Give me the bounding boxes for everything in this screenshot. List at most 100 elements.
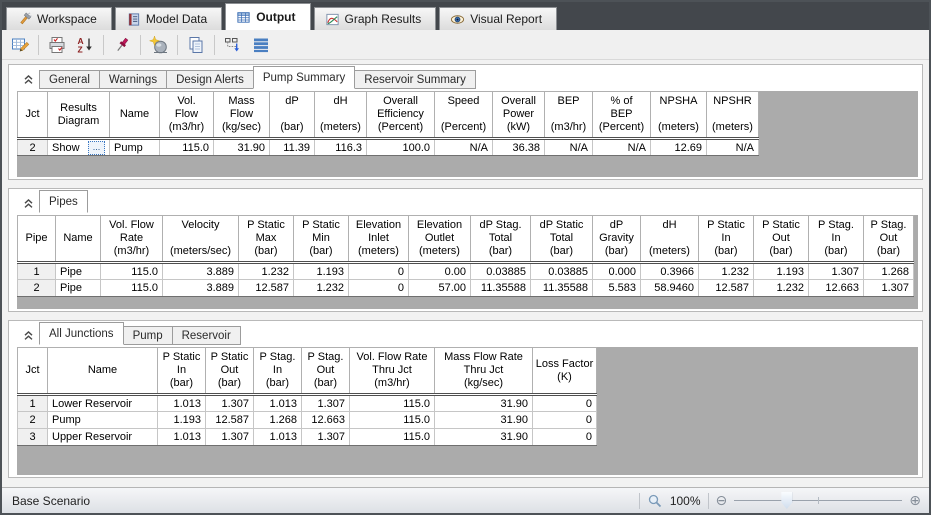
tab-workspace[interactable]: Workspace <box>6 7 112 30</box>
tab-visual-report[interactable]: Visual Report <box>439 7 558 30</box>
tab-warnings[interactable]: Warnings <box>98 70 168 89</box>
value-cell: 11.35588 <box>530 279 593 297</box>
value-cell: 115.0 <box>349 411 435 429</box>
column-header-p-stag-: P Stag. Out (bar) <box>863 215 914 264</box>
column-header-elevation: Elevation Outlet (meters) <box>408 215 471 264</box>
zoom-slider[interactable] <box>734 492 903 509</box>
section-summary: General Warnings Design Alerts Pump Summary… <box>8 64 923 180</box>
column-header-p-static: P Static In (bar) <box>157 347 206 396</box>
section-pipes: Pipes Pipe Name Vol. Flow Rate (m3/hr) Veloc… <box>8 188 923 312</box>
column-header--of: % of BEP (Percent) <box>592 91 651 140</box>
tab-general[interactable]: General <box>39 70 100 89</box>
column-header-mass: Mass Flow (kg/sec) <box>213 91 270 140</box>
value-cell: 31.90 <box>434 411 533 429</box>
svg-text:Z: Z <box>78 44 83 54</box>
value-cell: 1.307 <box>205 394 254 412</box>
tab-all-junctions[interactable]: All Junctions <box>39 322 124 345</box>
toolbar-separator <box>140 34 141 55</box>
value-cell: Lower Reservoir <box>47 394 158 412</box>
column-header-bep: BEP (m3/hr) <box>544 91 593 140</box>
value-cell: 115.0 <box>349 394 435 412</box>
value-cell: 1.013 <box>157 428 206 446</box>
copy-icon <box>189 36 203 53</box>
column-header-pipe: Pipe <box>17 215 56 264</box>
show-results-diagram-label[interactable]: Show <box>52 142 80 154</box>
value-cell: N/A <box>592 138 651 156</box>
magnifier-icon <box>648 494 661 507</box>
output-control-button[interactable] <box>7 33 33 57</box>
value-cell: 1.232 <box>698 262 754 280</box>
tab-design-alerts[interactable]: Design Alerts <box>166 70 254 89</box>
tab-label: Graph Results <box>344 12 422 26</box>
column-header-vol-: Vol. Flow (m3/hr) <box>159 91 214 140</box>
zoom-slider-tick <box>818 497 820 504</box>
section-splitter[interactable] <box>8 312 923 320</box>
column-header-p-static: P Static Out (bar) <box>753 215 809 264</box>
collapse-section-icon[interactable] <box>17 74 39 85</box>
workspace-icon <box>20 12 32 24</box>
tab-graph-results[interactable]: Graph Results <box>313 7 437 30</box>
tab-pump-summary[interactable]: Pump Summary <box>252 66 356 89</box>
value-cell: 0.000 <box>592 262 641 280</box>
zoom-in-button[interactable]: ⊕ <box>909 494 921 508</box>
tab-model-data[interactable]: Model Data <box>114 7 223 30</box>
graph-results-icon <box>325 13 339 25</box>
column-header-vol-flow: Vol. Flow Rate (m3/hr) <box>100 215 163 264</box>
print-button[interactable] <box>44 33 70 57</box>
row-number-cell: 2 <box>17 279 56 297</box>
transfer-results-button[interactable] <box>220 33 246 57</box>
tab-pipes[interactable]: Pipes <box>39 190 88 213</box>
sort-button[interactable]: A Z <box>72 33 98 57</box>
section-splitter[interactable] <box>8 180 923 188</box>
column-header-speed: Speed (Percent) <box>434 91 493 140</box>
column-header-p-stag-: P Stag. In (bar) <box>808 215 864 264</box>
table-row: 2 Pipe 115.0 3.889 12.587 1.232 0 57.00 11.35588… <box>17 279 914 297</box>
zoom-percent-label: 100% <box>669 493 701 508</box>
value-cell: 57.00 <box>408 279 471 297</box>
column-header-dp: dP (bar) <box>269 91 315 140</box>
pin-button[interactable] <box>109 33 135 57</box>
value-cell: 1.232 <box>238 262 294 280</box>
column-header-name: Name <box>109 91 160 140</box>
column-header-npshr: NPSHR (meters) <box>706 91 759 140</box>
model-data-icon <box>128 12 139 26</box>
column-header-name: Name <box>47 347 158 396</box>
results-diagram-ellipsis-button[interactable]: ... <box>88 140 105 155</box>
visual-report-icon <box>451 14 465 24</box>
tab-output[interactable]: Output <box>225 3 311 30</box>
collapse-section-icon[interactable] <box>17 198 39 209</box>
collapse-section-icon[interactable] <box>17 330 39 341</box>
value-cell: 0 <box>348 279 409 297</box>
value-cell: 0.03885 <box>530 262 593 280</box>
value-cell: 115.0 <box>100 262 163 280</box>
copy-button[interactable] <box>183 33 209 57</box>
value-cell: 31.90 <box>434 428 533 446</box>
tab-reservoir-summary[interactable]: Reservoir Summary <box>354 70 476 89</box>
value-cell: Pipe <box>55 262 101 280</box>
output-window: Workspace Model Data Output Graph Result… <box>0 0 931 515</box>
output-content: General Warnings Design Alerts Pump Summary… <box>2 60 929 487</box>
value-cell: N/A <box>706 138 759 156</box>
column-header-loss-factor: Loss Factor (K) <box>532 347 597 396</box>
tab-reservoir[interactable]: Reservoir <box>171 326 241 345</box>
value-cell: 0 <box>348 262 409 280</box>
zoom-out-button[interactable]: ⊖ <box>716 494 728 508</box>
tab-pump[interactable]: Pump <box>122 326 173 345</box>
column-header-p-static: P Static Out (bar) <box>205 347 254 396</box>
value-cell: 3.889 <box>162 262 239 280</box>
value-cell: 3.889 <box>162 279 239 297</box>
column-header-overall: Overall Power (kW) <box>492 91 545 140</box>
format-wizard-button[interactable] <box>146 33 172 57</box>
value-cell: 12.587 <box>238 279 294 297</box>
zoom-slider-thumb[interactable] <box>781 492 793 509</box>
value-cell: 115.0 <box>159 138 214 156</box>
value-cell: 0 <box>532 428 597 446</box>
print-icon <box>49 36 65 53</box>
column-header-dh: dH (meters) <box>640 215 699 264</box>
value-cell: 1.013 <box>253 394 302 412</box>
show-rows-button[interactable] <box>248 33 274 57</box>
value-cell: Pipe <box>55 279 101 297</box>
value-cell: 12.587 <box>698 279 754 297</box>
value-cell: 1.193 <box>157 411 206 429</box>
value-cell: 12.663 <box>301 411 350 429</box>
